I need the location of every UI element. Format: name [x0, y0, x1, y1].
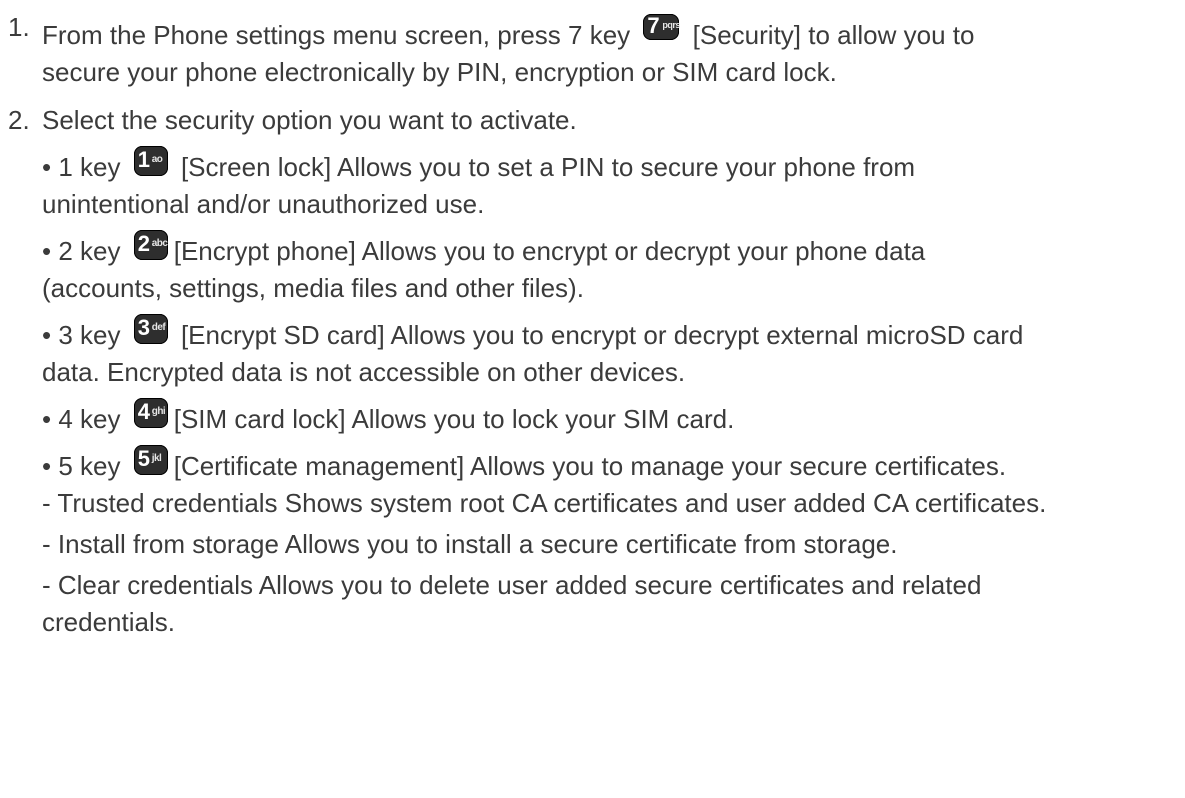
- document-body: 1. From the Phone settings menu screen, …: [0, 0, 1185, 641]
- key-2-icon: 2 abc: [133, 230, 168, 260]
- key-1-icon: 1 ao: [133, 146, 168, 176]
- key-5-icon: 5 jkl: [133, 445, 168, 475]
- certificate-item-install-from-storage: - Install from storage Allows you to ins…: [42, 529, 898, 559]
- certificate-item-clear-credentials: - Clear credentials Allows you to delete…: [42, 570, 982, 637]
- key-3-icon: 3 def: [133, 314, 168, 344]
- step-2: 2. Select the security option you want t…: [8, 102, 1185, 139]
- option-screen-lock: • 1 key 1 ao [Screen lock] Allows you to …: [42, 146, 916, 219]
- option-encrypt-sd-card: • 3 key 3 def [Encrypt SD card] Allows yo…: [42, 314, 1024, 387]
- certificate-item-trusted-credentials: - Trusted credentials Shows system root …: [42, 488, 1047, 518]
- key-7-icon: 7 pqrs: [643, 13, 680, 40]
- option-sim-card-lock: • 4 key 4 ghi [SIM card lock] Allows you t…: [42, 398, 735, 434]
- step-number: 1.: [8, 12, 30, 42]
- step-1-text-end: [Security] to allow you to: [692, 20, 975, 50]
- step-1: 1. From the Phone settings menu screen, …: [8, 12, 1185, 91]
- key-4-icon: 4 ghi: [133, 398, 168, 428]
- step-1-text-start: From the Phone settings menu screen, pre…: [42, 20, 631, 50]
- option-encrypt-phone: • 2 key 2 abc [Encrypt phone] Allows you t…: [42, 230, 926, 303]
- option-certificate-management: • 5 key 5 jkl [Certificate management] All…: [42, 445, 1007, 481]
- step-number: 2.: [8, 105, 30, 135]
- step-2-text: Select the security option you want to a…: [42, 105, 577, 135]
- step-1-text-line-2: secure your phone electronically by PIN,…: [42, 57, 837, 87]
